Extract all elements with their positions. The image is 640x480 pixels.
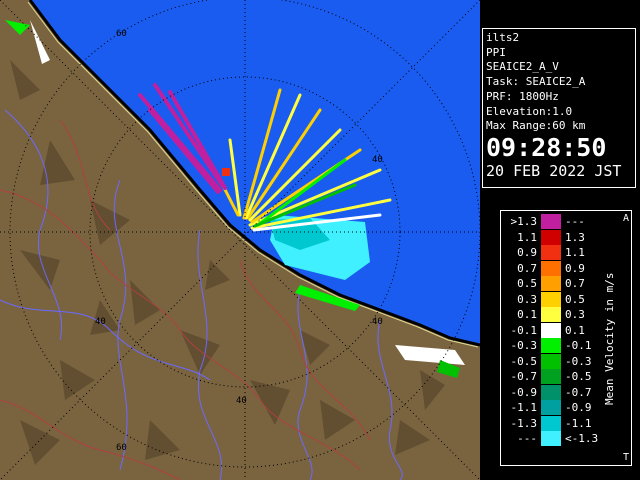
legend-swatch	[541, 400, 561, 415]
scan-time: 09:28:50	[486, 132, 607, 162]
legend-swatch	[541, 384, 561, 400]
legend-lower-value: -0.1	[510, 323, 538, 337]
legend-swatch	[541, 245, 561, 260]
legend-lower-value: -0.3	[510, 339, 538, 352]
legend-lower-value: -0.7	[510, 370, 538, 383]
legend-upper-value: 0.5	[565, 292, 585, 306]
legend-upper-value: 1.1	[565, 246, 585, 259]
red-echo	[222, 168, 230, 176]
legend-row: >1.3 ---	[501, 214, 605, 229]
legend-upper-value: -1.1	[565, 416, 592, 430]
legend-lower-value: -1.1	[510, 401, 538, 414]
legend-upper-value: -0.1	[565, 339, 592, 352]
legend-row: -1.1 -0.9	[501, 400, 605, 415]
legend-row: -0.1 0.1	[501, 322, 605, 338]
legend-row: -0.7 -0.5	[501, 369, 605, 384]
legend-row: 1.1 1.3	[501, 229, 605, 245]
legend-upper-value: 0.9	[565, 261, 585, 275]
scan-date: 20 FEB 2022 JST	[486, 161, 622, 180]
scan-type: PPI	[486, 45, 506, 59]
legend-row: 0.1 0.3	[501, 307, 605, 322]
legend-swatch	[541, 369, 561, 384]
range-label: 40	[372, 155, 383, 165]
legend-lower-value: 0.1	[517, 308, 537, 321]
legend-corner-bottom: T	[622, 452, 629, 463]
legend-upper-value: -0.9	[565, 401, 592, 414]
legend-upper-value: 0.3	[565, 308, 585, 321]
legend-lower-value: -0.9	[510, 385, 538, 399]
legend-swatch	[541, 431, 561, 446]
product-id: SEAICE2_A_V	[486, 60, 559, 74]
scan-info-box: ilts2 PPI SEAICE2_A_V Task: SEAICE2_A PR…	[482, 28, 636, 188]
elevation: Elevation:1.0	[486, 104, 573, 118]
legend-upper-value: 0.7	[565, 277, 585, 290]
legend-swatch	[541, 214, 561, 229]
legend-lower-value: 0.5	[517, 277, 537, 290]
legend-lower-value: -0.5	[510, 354, 538, 368]
legend-lower-value: -1.3	[510, 416, 538, 430]
legend-swatch	[541, 291, 561, 307]
legend-row: -1.3 -1.1	[501, 415, 605, 431]
legend-swatch	[541, 307, 561, 322]
legend-unit: Mean Velocity in m/s	[603, 272, 616, 406]
range-label: 60	[116, 29, 127, 39]
range-label: 40	[95, 317, 106, 327]
legend-lower-value: >1.3	[510, 215, 538, 228]
legend-upper-value: -0.5	[565, 370, 592, 383]
legend-row: 0.7 0.9	[501, 260, 605, 276]
legend-row: 0.5 0.7	[501, 276, 605, 291]
legend-swatch	[541, 338, 561, 353]
legend-swatch	[541, 353, 561, 369]
legend-upper-value: 0.1	[565, 323, 585, 337]
task-name: Task: SEAICE2_A	[486, 75, 586, 89]
range-label: 40	[236, 396, 247, 406]
legend-row: -0.5 -0.3	[501, 353, 605, 369]
range-label: 60	[116, 443, 127, 453]
max-range: Max Range:60 km	[486, 119, 586, 133]
legend-corner-top: A	[622, 213, 629, 224]
legend-upper-value: -0.3	[565, 354, 592, 368]
prf: PRF: 1800Hz	[486, 89, 559, 103]
legend-upper-value: <-1.3	[565, 432, 599, 445]
legend-row: -0.3 -0.1	[501, 338, 605, 353]
legend-swatch	[541, 229, 561, 245]
legend-swatch	[541, 415, 561, 431]
legend-lower-value: 1.1	[517, 230, 537, 244]
legend-swatch	[541, 260, 561, 276]
legend-swatch	[541, 276, 561, 291]
legend-lower-value: ---	[517, 432, 537, 445]
range-label: 40	[372, 317, 383, 327]
legend-row: -0.9 -0.7	[501, 384, 605, 400]
legend-lower-value: 0.3	[517, 292, 537, 306]
product-name: ilts2	[486, 31, 520, 44]
legend-lower-value: 0.7	[517, 261, 537, 275]
radar-map: 60 40 40 40 40 60	[0, 0, 480, 480]
side-panel: ilts2 PPI SEAICE2_A_V Task: SEAICE2_A PR…	[480, 0, 640, 480]
velocity-legend: A Mean Velocity in m/s T >1.3 --- 1.1 1.3 0.…	[500, 210, 632, 466]
legend-upper-value: 1.3	[565, 230, 585, 244]
legend-upper-value: -0.7	[565, 385, 592, 399]
legend-upper-value: ---	[565, 215, 585, 228]
legend-row: 0.9 1.1	[501, 245, 605, 260]
legend-row: 0.3 0.5	[501, 291, 605, 307]
legend-swatch	[541, 322, 561, 338]
legend-lower-value: 0.9	[517, 246, 537, 259]
legend-row: --- <-1.3	[501, 431, 605, 446]
